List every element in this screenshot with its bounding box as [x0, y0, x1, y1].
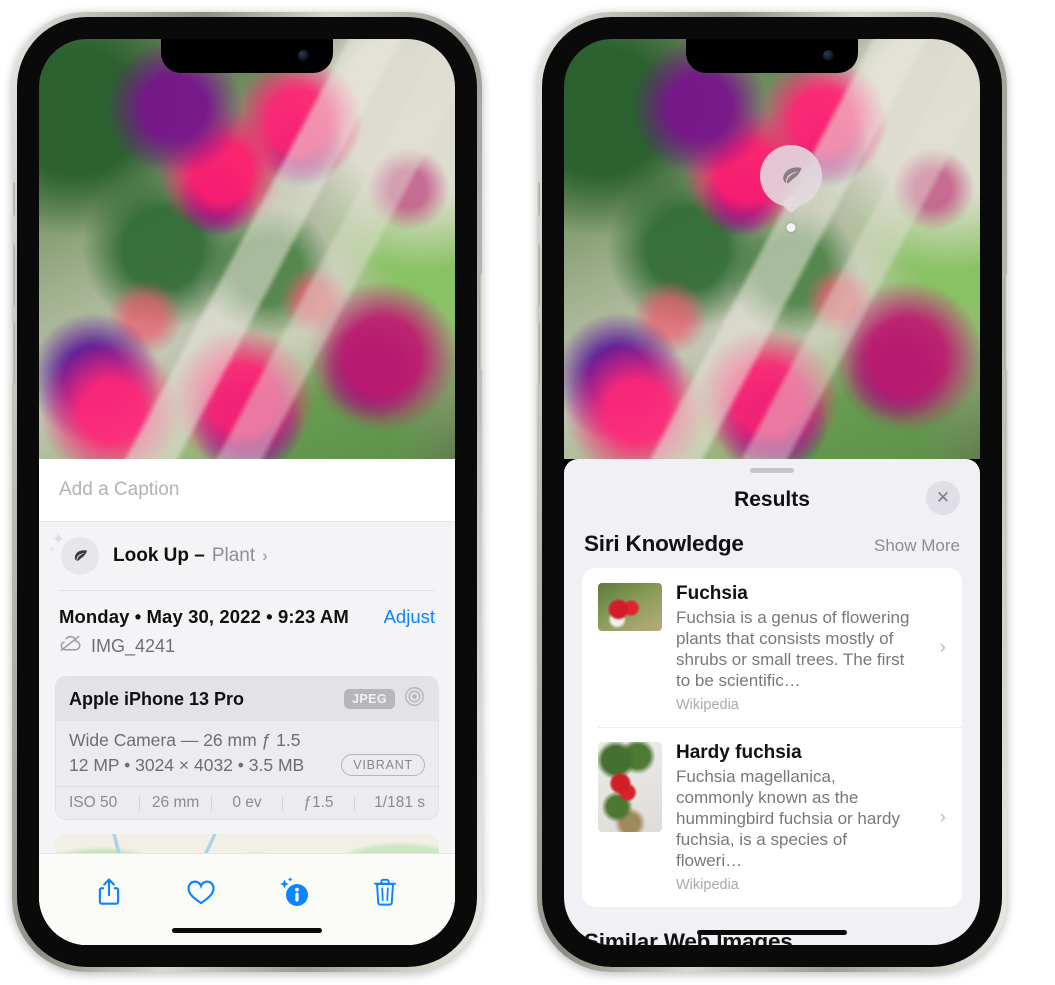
power-button[interactable]: [1004, 274, 1008, 370]
result-source: Wikipedia: [676, 877, 739, 893]
home-indicator[interactable]: [697, 930, 847, 935]
show-more-button[interactable]: Show More: [874, 536, 960, 556]
screenshot-stage: Add a Caption ✦ ✦ Look Up – Plant › Mond…: [0, 0, 1055, 985]
exif-ev: 0 ev: [232, 794, 262, 811]
camera-device-name: Apple iPhone 13 Pro: [69, 688, 245, 709]
phone-left: Add a Caption ✦ ✦ Look Up – Plant › Mond…: [11, 12, 483, 972]
front-camera: [823, 50, 834, 61]
photo-image-fuchsia: [39, 39, 455, 459]
photo-datetime: Monday • May 30, 2022 • 9:23 AM: [59, 606, 349, 627]
look-up-label: Look Up –: [113, 545, 205, 566]
close-icon[interactable]: ✕: [926, 481, 960, 515]
trash-icon[interactable]: [363, 870, 407, 914]
leaf-icon: [760, 145, 822, 207]
list-item[interactable]: Fuchsia Fuchsia is a genus of flowering …: [582, 568, 962, 727]
results-title: Results: [734, 488, 810, 511]
photo-image-fuchsia: [564, 39, 980, 459]
power-button[interactable]: [479, 274, 483, 370]
chevron-right-icon: ›: [939, 637, 946, 658]
result-title: Fuchsia: [676, 583, 748, 604]
chevron-right-icon: ›: [262, 546, 268, 565]
volume-up-button[interactable]: [11, 244, 15, 306]
volume-up-button[interactable]: [536, 244, 540, 306]
volume-down-button[interactable]: [536, 322, 540, 384]
result-description: Fuchsia is a genus of flowering plants t…: [676, 608, 910, 690]
exif-shutter: 1/181 s: [374, 794, 426, 811]
result-source: Wikipedia: [676, 697, 739, 713]
silent-switch[interactable]: [11, 182, 15, 216]
info-sparkle-icon[interactable]: [271, 870, 315, 914]
similar-web-images-title: Similar Web Images: [584, 929, 793, 945]
leaf-icon: [61, 537, 99, 575]
visual-look-up-badge[interactable]: [760, 145, 822, 232]
look-up-icon-wrap: ✦ ✦: [48, 532, 99, 575]
look-up-row[interactable]: ✦ ✦ Look Up – Plant ›: [39, 522, 455, 590]
exif-header: Apple iPhone 13 Pro JPEG: [56, 677, 438, 721]
caption-input[interactable]: Add a Caption: [39, 459, 455, 522]
exif-aperture: ƒ1.5: [303, 794, 334, 811]
caption-placeholder: Add a Caption: [59, 479, 180, 500]
exif-iso: ISO 50: [69, 794, 118, 811]
exif-stats-row: ISO 50 26 mm 0 ev ƒ1.5 1/181 s: [56, 786, 438, 819]
result-thumbnail: [598, 583, 662, 631]
siri-knowledge-title: Siri Knowledge: [584, 531, 744, 556]
notch: [686, 39, 858, 73]
look-up-subject: Plant: [211, 545, 256, 566]
exif-card: Apple iPhone 13 Pro JPEG Wide Camera — 2…: [55, 676, 439, 820]
aperture-icon: [404, 686, 425, 712]
result-title: Hardy fuchsia: [676, 742, 802, 763]
share-icon[interactable]: [87, 870, 131, 914]
format-badge: JPEG: [344, 689, 395, 709]
date-block: Monday • May 30, 2022 • 9:23 AM Adjust I…: [39, 591, 455, 670]
exif-focal: 26 mm: [151, 794, 200, 811]
result-thumbnail: [598, 742, 662, 832]
results-sheet: Results ✕ Siri Knowledge Show More Fuchs…: [564, 459, 980, 945]
sparkle-small-icon: ✦: [48, 544, 56, 554]
photo-filename: IMG_4241: [91, 635, 176, 656]
phone-screen-left: Add a Caption ✦ ✦ Look Up – Plant › Mond…: [39, 39, 455, 945]
front-camera: [298, 50, 309, 61]
notch: [161, 39, 333, 73]
look-up-label-group: Look Up – Plant ›: [113, 545, 268, 567]
icloud-slash-icon: [59, 635, 82, 657]
photo-toolbar: [39, 853, 455, 945]
home-indicator[interactable]: [172, 928, 322, 933]
result-description: Fuchsia magellanica, commonly known as t…: [676, 767, 900, 870]
look-up-anchor-dot: [786, 223, 796, 232]
chevron-right-icon: ›: [939, 806, 946, 828]
photo-viewer[interactable]: [564, 39, 980, 459]
favorite-heart-icon[interactable]: [179, 870, 223, 914]
phone-screen-right: Results ✕ Siri Knowledge Show More Fuchs…: [564, 39, 980, 945]
volume-down-button[interactable]: [11, 322, 15, 384]
silent-switch[interactable]: [536, 182, 540, 216]
siri-knowledge-card: Fuchsia Fuchsia is a genus of flowering …: [582, 568, 962, 907]
lens-info: Wide Camera — 26 mm ƒ 1.5: [69, 730, 301, 750]
siri-knowledge-header: Siri Knowledge Show More: [564, 527, 980, 568]
photographic-style-badge: VIBRANT: [341, 754, 425, 776]
exif-details: Wide Camera — 26 mm ƒ 1.5 12 MP • 3024 ×…: [56, 721, 438, 786]
photo-info-sheet: Add a Caption ✦ ✦ Look Up – Plant › Mond…: [39, 459, 455, 945]
results-header: Results ✕: [564, 473, 980, 527]
photo-viewer[interactable]: [39, 39, 455, 459]
list-item[interactable]: Hardy fuchsia Fuchsia magellanica, commo…: [582, 727, 962, 907]
adjust-button[interactable]: Adjust: [384, 606, 435, 628]
phone-right: Results ✕ Siri Knowledge Show More Fuchs…: [536, 12, 1008, 972]
